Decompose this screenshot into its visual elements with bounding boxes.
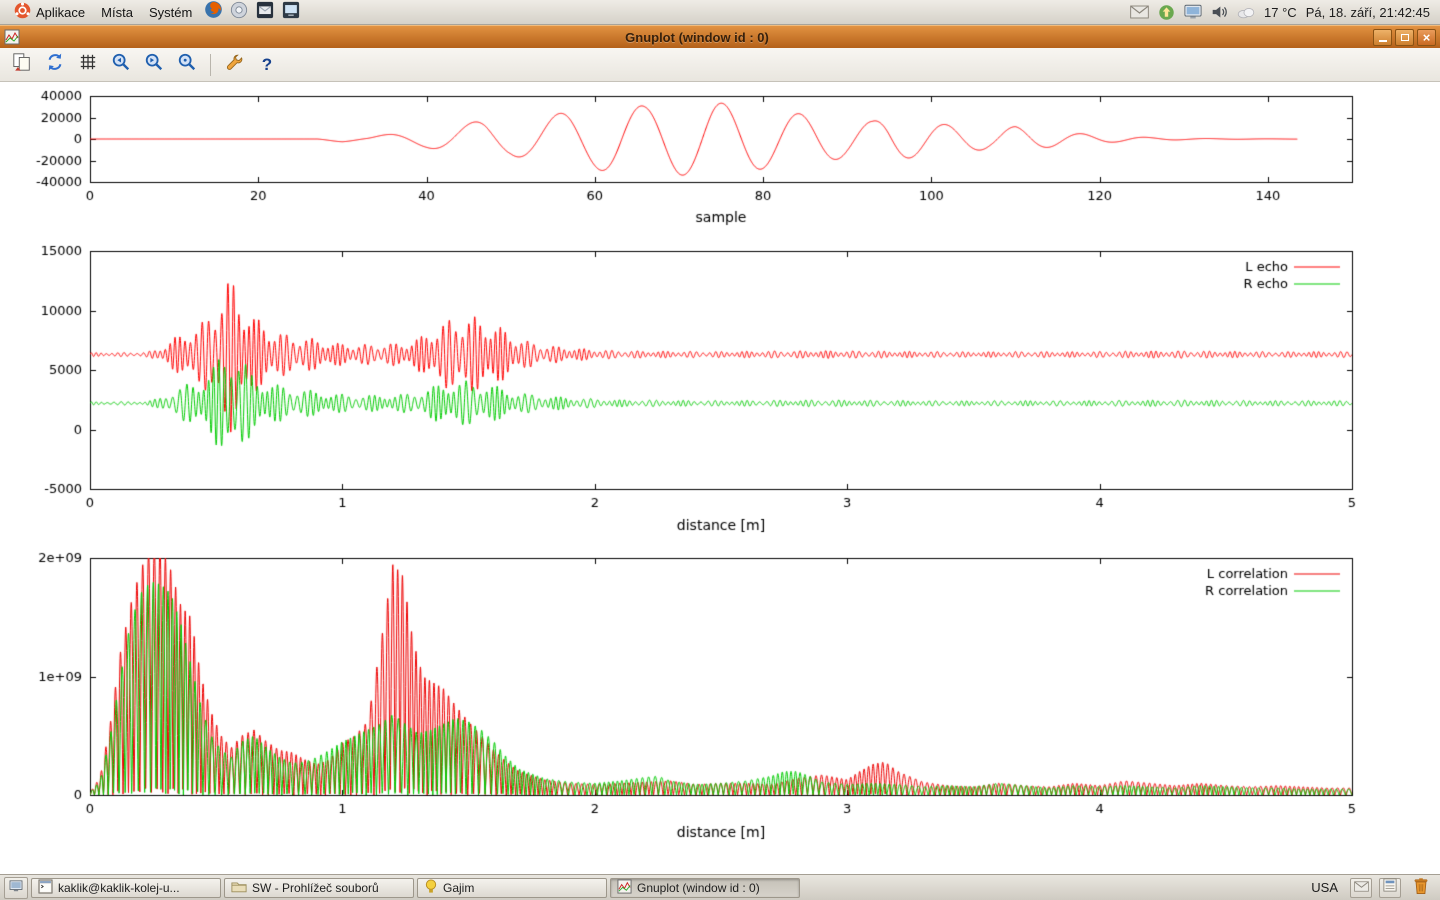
applications-menu-label: Aplikace [36,5,85,20]
gajim-icon [424,879,438,897]
gnuplot-icon [617,879,632,897]
firefox-launcher[interactable] [200,1,226,23]
plot-canvas-sample-signal[interactable] [0,85,1440,235]
help-icon: ? [262,55,272,75]
folder-icon [231,880,247,896]
copy-icon [12,52,32,77]
autoscale-button[interactable] [174,52,200,78]
zoom-next-button[interactable] [141,52,167,78]
help-button[interactable]: ? [254,52,280,78]
task-button-terminal[interactable]: kaklik@kaklik-kolej-u... [31,878,221,898]
task-label: Gnuplot (window id : 0) [637,881,760,895]
autoscale-icon [177,52,197,77]
screenshot-launcher[interactable] [278,1,304,23]
plot-canvas-correlation[interactable] [0,548,1440,848]
taskbar-tray: USA [1306,877,1436,899]
keyboard-layout-indicator[interactable]: USA [1306,879,1343,896]
toggle-grid-button[interactable] [75,52,101,78]
mail-notify-icon[interactable] [1130,5,1149,19]
system-menu-label: Systém [149,5,192,20]
places-menu-label: Místa [101,5,133,20]
zoom-next-icon [144,52,164,77]
display-icon[interactable] [1184,4,1202,20]
applet-button[interactable] [1379,878,1401,898]
gnuplot-window: Gnuplot (window id : 0) × [0,25,1440,874]
task-button-gajim[interactable]: Gajim [417,878,607,898]
maximize-icon [1401,34,1409,41]
titlebar[interactable]: Gnuplot (window id : 0) × [0,25,1440,48]
show-desktop-icon [9,879,23,897]
mail-tray-button[interactable] [1350,878,1372,898]
close-icon: × [1423,31,1431,44]
screenshot-icon [282,1,300,24]
refresh-icon [45,52,65,77]
ubuntu-logo-icon [14,2,31,22]
clock-applet[interactable]: Pá, 18. září, 21:42:45 [1306,5,1430,20]
copy-to-clipboard-button[interactable] [9,52,35,78]
applet-icon [1383,878,1397,897]
mail-launcher[interactable] [252,1,278,23]
zoom-previous-icon [111,52,131,77]
minimize-button[interactable] [1373,29,1392,46]
mail-tray-icon [1354,879,1369,897]
system-menu[interactable]: Systém [141,3,200,22]
zoom-previous-button[interactable] [108,52,134,78]
task-button-gnuplot[interactable]: Gnuplot (window id : 0) [610,878,800,898]
trash-button[interactable] [1408,877,1434,899]
plot-area [0,82,1440,874]
help-browser-icon [230,1,248,24]
volume-icon[interactable] [1211,4,1228,20]
window-title: Gnuplot (window id : 0) [21,30,1373,45]
panel-menus: Aplikace Místa Systém [6,0,304,24]
trash-icon [1412,876,1430,900]
weather-icon[interactable] [1237,6,1255,19]
show-desktop-button[interactable] [4,877,28,899]
top-panel: Aplikace Místa Systém [0,0,1440,25]
task-label: Gajim [443,881,474,895]
maximize-button[interactable] [1395,29,1414,46]
configure-button[interactable] [221,52,247,78]
firefox-icon [204,0,223,24]
task-label: kaklik@kaklik-kolej-u... [58,881,180,895]
applications-menu[interactable]: Aplikace [6,0,93,24]
help-launcher[interactable] [226,1,252,23]
wrench-icon [224,52,244,77]
panel-status-area: 17 °C Pá, 18. září, 21:42:45 [1130,4,1434,21]
task-label: SW - Prohlížeč souborů [252,881,379,895]
terminal-icon [38,879,53,897]
temperature-readout[interactable]: 17 °C [1264,5,1297,20]
window-icon [4,29,21,46]
close-button[interactable]: × [1417,29,1436,46]
plot-canvas-echo[interactable] [0,240,1440,545]
toolbar: ? [0,48,1440,82]
grid-icon [79,53,97,76]
minimize-icon [1379,40,1387,42]
replot-button[interactable] [42,52,68,78]
updates-icon[interactable] [1158,4,1175,21]
places-menu[interactable]: Místa [93,3,141,22]
task-button-file-browser[interactable]: SW - Prohlížeč souborů [224,878,414,898]
taskbar: kaklik@kaklik-kolej-u... SW - Prohlížeč … [0,874,1440,900]
toolbar-separator [210,54,211,76]
mail-client-icon [256,1,274,24]
